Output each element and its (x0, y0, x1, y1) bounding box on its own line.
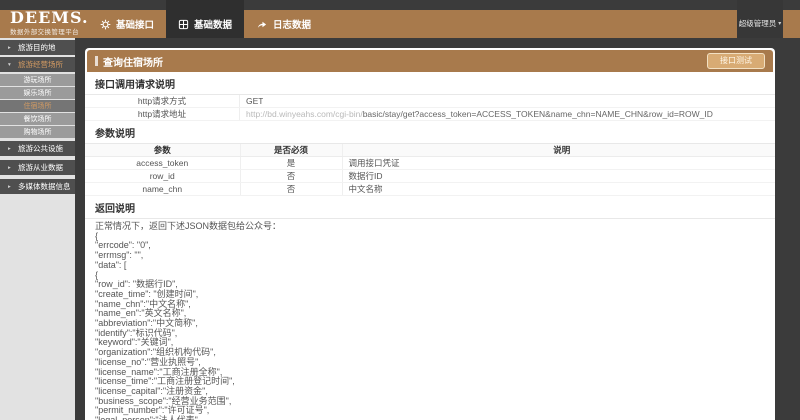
col-header-param: 参数 (85, 144, 240, 157)
sidebar-group-label: 旅游目的地 (18, 42, 56, 53)
sidebar-item-entertainment-places[interactable]: 娱乐场所 (0, 87, 75, 99)
caret-down-icon: ▾ (778, 20, 781, 27)
sidebar-sublist: 游玩场所 娱乐场所 住宿场所 餐饮场所 购物场所 (0, 74, 75, 138)
http-url-label: http请求地址 (85, 108, 240, 120)
chevron-right-icon: ▸ (8, 165, 14, 171)
json-line: { (95, 271, 765, 281)
api-test-button[interactable]: 接口测试 (707, 53, 765, 69)
param-description: 调用接口凭证 (342, 157, 775, 170)
nav-item-log-data[interactable]: 日志数据 (244, 10, 323, 38)
top-header: DEEMS. 数据外部交换管理平台 基础接口 基础数据 (0, 0, 800, 38)
params-header-row: 参数 是否必须 说明 (85, 144, 775, 157)
request-section-heading: 接口调用请求说明 (85, 72, 775, 95)
json-line: "errcode": "0", (95, 241, 765, 251)
main-nav: 基础接口 基础数据 日志数据 (88, 0, 323, 38)
sidebar-group-label: 旅游公共设施 (18, 143, 63, 154)
url-prefix: http://bd.winyeahs.com/cgi-bin/ (246, 109, 363, 119)
gear-icon (100, 19, 111, 30)
sidebar: ▸ 旅游目的地 ▾ 旅游经营场所 游玩场所 娱乐场所 住宿场所 餐饮场所 购物场… (0, 38, 75, 420)
col-header-required: 是否必须 (240, 144, 342, 157)
json-line: { (95, 232, 765, 242)
sidebar-item-accommodation-places[interactable]: 住宿场所 (0, 100, 75, 112)
title-marker (95, 56, 98, 66)
sidebar-group-label: 多媒体数据信息 (18, 181, 71, 192)
chevron-down-icon: ▾ (8, 62, 14, 68)
params-table: 参数 是否必须 说明 access_token 是 调用接口凭证 row_id … (85, 144, 775, 196)
param-required: 否 (240, 170, 342, 183)
sidebar-item-shopping-places[interactable]: 购物场所 (0, 126, 75, 138)
sidebar-item-play-places[interactable]: 游玩场所 (0, 74, 75, 86)
response-section-heading: 返回说明 (85, 196, 775, 219)
param-required: 否 (240, 183, 342, 196)
json-line: "identify":"标识代码", (95, 329, 765, 339)
table-row: access_token 是 调用接口凭证 (85, 157, 775, 170)
sidebar-group-destination[interactable]: ▸ 旅游目的地 (0, 40, 75, 55)
chevron-right-icon: ▸ (8, 184, 14, 190)
json-line: "abbreviation":"中文简称", (95, 319, 765, 329)
page-title: 查询住宿场所 (103, 54, 163, 69)
param-name: row_id (85, 170, 240, 183)
table-row: row_id 否 数据行ID (85, 170, 775, 183)
http-method-row: http请求方式 GET (85, 95, 775, 108)
http-method-value: GET (240, 95, 263, 107)
chevron-right-icon: ▸ (8, 45, 14, 51)
logo-subtitle: 数据外部交换管理平台 (10, 26, 89, 36)
json-line: "legal_person":"法人代表", (95, 416, 765, 420)
nav-item-basic-interface[interactable]: 基础接口 (88, 10, 166, 38)
user-menu[interactable]: 超级管理员 ▾ (737, 0, 783, 38)
json-line: "errmsg": "", (95, 251, 765, 261)
sidebar-group-label: 旅游经营场所 (18, 59, 63, 70)
http-url-row: http请求地址 http://bd.winyeahs.com/cgi-bin/… (85, 108, 775, 121)
share-arrow-icon (256, 19, 268, 30)
param-description: 中文名称 (342, 183, 775, 196)
nav-label: 基础接口 (116, 17, 154, 31)
page-title-bar: 查询住宿场所 接口测试 (87, 50, 773, 72)
chevron-right-icon: ▸ (8, 146, 14, 152)
grid-icon (178, 19, 189, 30)
json-line: "create_time": "创建时间", (95, 290, 765, 300)
app-logo: DEEMS. 数据外部交换管理平台 (10, 9, 89, 36)
nav-item-basic-data[interactable]: 基础数据 (166, 0, 244, 38)
param-description: 数据行ID (342, 170, 775, 183)
params-section-heading: 参数说明 (85, 121, 775, 144)
sidebar-group-multimedia-data[interactable]: ▸ 多媒体数据信息 (0, 179, 75, 194)
nav-label: 日志数据 (273, 17, 311, 31)
http-url-value: http://bd.winyeahs.com/cgi-bin/basic/sta… (240, 108, 713, 120)
nav-label: 基础数据 (194, 17, 232, 31)
sidebar-item-dining-places[interactable]: 餐饮场所 (0, 113, 75, 125)
sidebar-group-public-facilities[interactable]: ▸ 旅游公共设施 (0, 141, 75, 156)
logo-title: DEEMS. (10, 9, 89, 26)
col-header-description: 说明 (342, 144, 775, 157)
json-line: "name_chn":"中文名称", (95, 300, 765, 310)
sidebar-group-business-places[interactable]: ▾ 旅游经营场所 (0, 57, 75, 72)
user-name: 超级管理员 (739, 18, 777, 29)
param-name: name_chn (85, 183, 240, 196)
param-required: 是 (240, 157, 342, 170)
param-name: access_token (85, 157, 240, 170)
content-panel: 查询住宿场所 接口测试 接口调用请求说明 http请求方式 GET http请求… (85, 48, 775, 420)
http-method-label: http请求方式 (85, 95, 240, 107)
response-intro: 正常情况下，返回下述JSON数据包给公众号： (95, 222, 765, 232)
json-line: "data": [ (95, 261, 765, 271)
response-json-block: 正常情况下，返回下述JSON数据包给公众号： { "errcode": "0",… (85, 219, 775, 420)
sidebar-group-label: 旅游从业数据 (18, 162, 63, 173)
table-row: name_chn 否 中文名称 (85, 183, 775, 196)
url-path: basic/stay/get?access_token=ACCESS_TOKEN… (363, 109, 713, 119)
sidebar-group-practitioner-data[interactable]: ▸ 旅游从业数据 (0, 160, 75, 175)
